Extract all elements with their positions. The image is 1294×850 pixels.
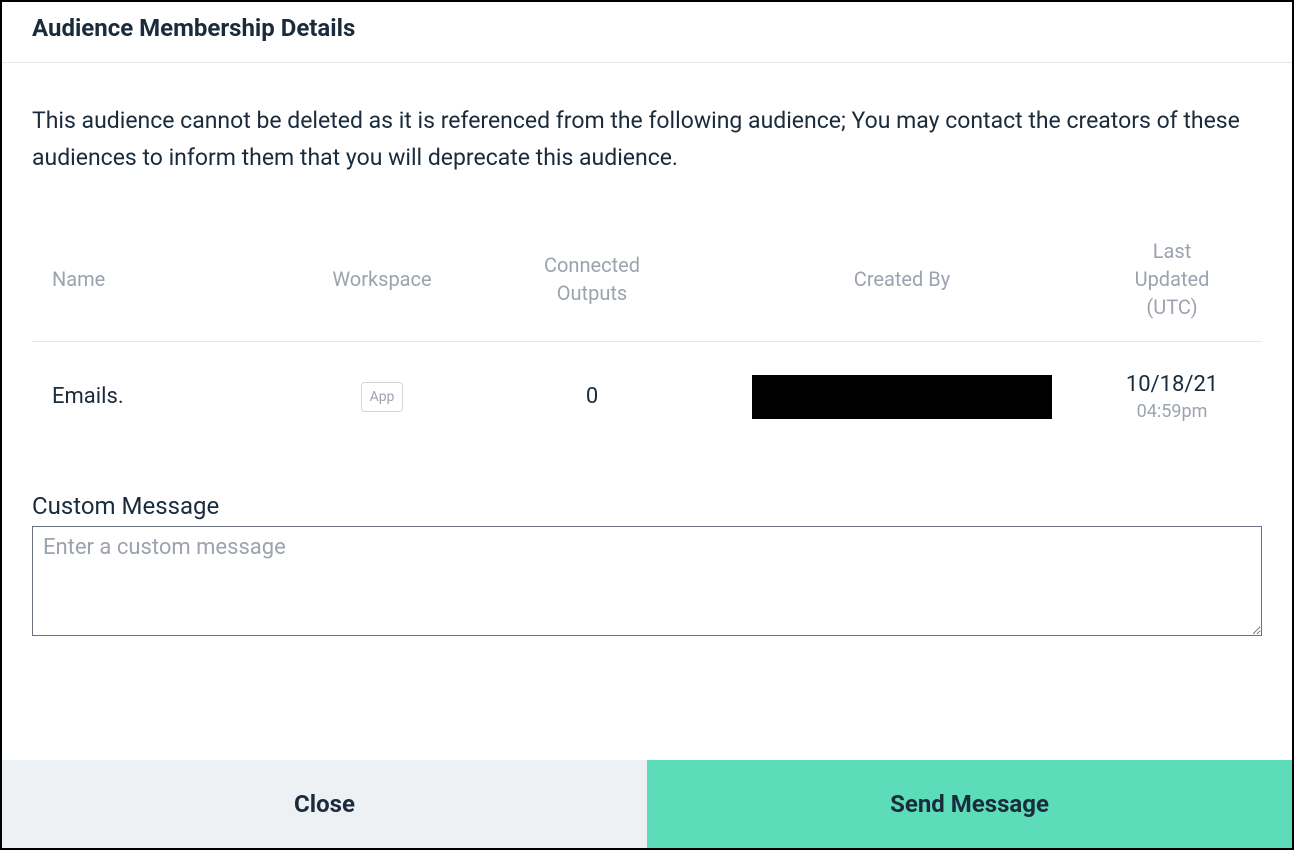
dialog-header: Audience Membership Details [2, 2, 1292, 63]
dialog-body: This audience cannot be deleted as it is… [2, 63, 1292, 660]
column-header-updated-line1: Last [1153, 239, 1192, 263]
updated-time: 04:59pm [1102, 401, 1242, 422]
column-header-updated: Last Updated (UTC) [1102, 237, 1242, 321]
custom-message-section: Custom Message [32, 492, 1262, 640]
warning-text: This audience cannot be deleted as it is… [32, 103, 1262, 177]
send-message-button[interactable]: Send Message [647, 760, 1292, 848]
table-header-row: Name Workspace Connected Outputs Created… [32, 227, 1262, 342]
updated-date: 10/18/21 [1102, 372, 1242, 397]
column-header-outputs-line1: Connected [544, 253, 640, 277]
cell-workspace: App [282, 382, 482, 412]
cell-updated: 10/18/21 04:59pm [1102, 372, 1242, 422]
audience-table: Name Workspace Connected Outputs Created… [32, 227, 1262, 452]
cell-outputs: 0 [482, 384, 702, 409]
dialog-footer: Close Send Message [2, 760, 1292, 848]
close-button[interactable]: Close [2, 760, 647, 848]
column-header-outputs-line2: Outputs [557, 281, 627, 305]
workspace-chip: App [361, 382, 404, 412]
custom-message-input[interactable] [32, 526, 1262, 636]
redacted-created-by [752, 375, 1052, 419]
custom-message-label: Custom Message [32, 492, 1262, 520]
column-header-updated-line2: Updated [1135, 267, 1210, 291]
column-header-updated-line3: (UTC) [1146, 295, 1197, 319]
cell-created-by [702, 375, 1102, 419]
column-header-created-by: Created By [702, 267, 1102, 291]
column-header-outputs: Connected Outputs [482, 251, 702, 307]
dialog-title: Audience Membership Details [32, 14, 1262, 42]
cell-name: Emails. [52, 384, 282, 409]
table-row: Emails. App 0 10/18/21 04:59pm [32, 342, 1262, 452]
column-header-workspace: Workspace [282, 267, 482, 291]
column-header-name: Name [52, 267, 282, 291]
